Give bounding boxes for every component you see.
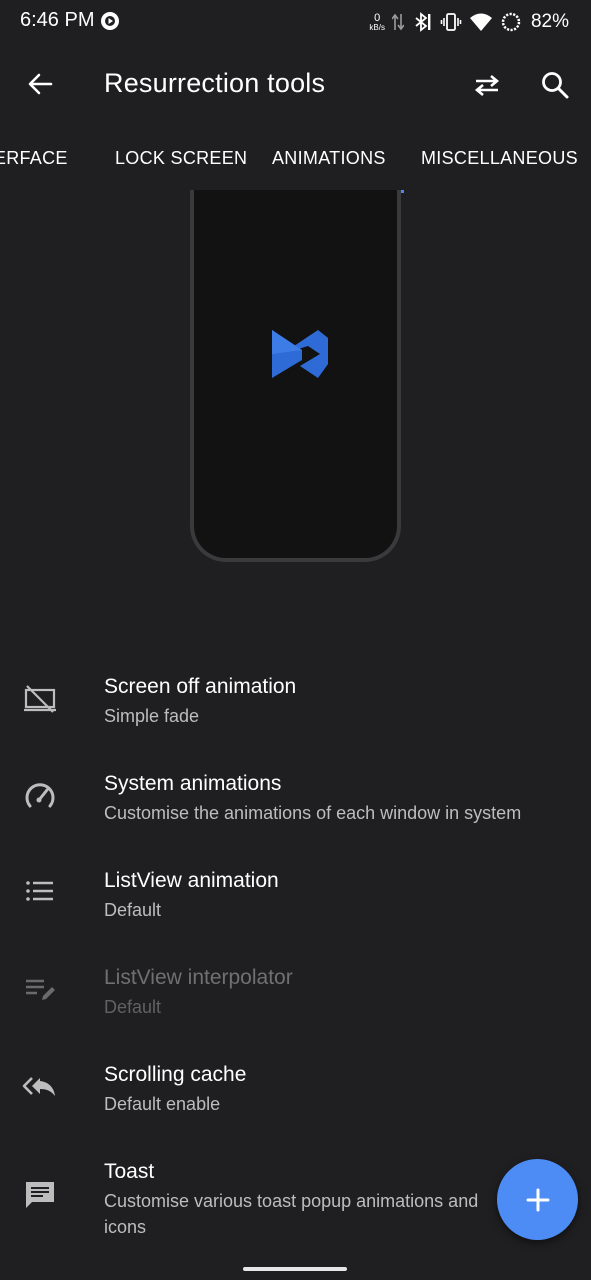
setting-title: ListView animation: [104, 869, 279, 892]
page-title: Resurrection tools: [104, 68, 326, 98]
setting-screen-off-animation[interactable]: Screen off animation Simple fade: [0, 675, 591, 772]
list-icon: [26, 881, 53, 901]
toast-message-icon: [26, 1182, 54, 1208]
tab-animations[interactable]: ANIMATIONS: [272, 148, 386, 169]
setting-title: Toast: [104, 1160, 155, 1183]
swap-icon[interactable]: [470, 68, 504, 102]
setting-system-animations[interactable]: System animations Customise the animatio…: [0, 772, 591, 869]
resurrection-logo-icon: [272, 330, 328, 378]
gesture-nav-bar[interactable]: [243, 1267, 347, 1271]
setting-subtitle: Default enable: [104, 1094, 221, 1114]
status-icons: 0 kB/s 82%: [369, 10, 569, 34]
animation-preview-phone: [190, 190, 401, 562]
plus-icon: [526, 1188, 549, 1211]
setting-title: System animations: [104, 772, 282, 795]
setting-subtitle: Simple fade: [104, 706, 200, 726]
tab-lock-screen[interactable]: LOCK SCREEN: [115, 148, 247, 169]
setting-listview-interpolator: ListView interpolator Default: [0, 966, 591, 1063]
data-arrows-icon: [391, 13, 404, 31]
tab-bar: INTERFACE LOCK SCREEN ANIMATIONS MISCELL…: [0, 124, 591, 194]
reply-all-icon: [22, 1077, 55, 1096]
setting-subtitle: Default: [104, 997, 162, 1017]
back-arrow-icon[interactable]: [22, 66, 58, 102]
speedometer-icon: [25, 783, 55, 808]
app-bar: Resurrection tools: [0, 44, 591, 124]
setting-subtitle: Default: [104, 900, 162, 920]
setting-scrolling-cache[interactable]: Scrolling cache Default enable: [0, 1063, 591, 1160]
tab-interface[interactable]: INTERFACE: [0, 148, 68, 169]
battery-ring-icon: [501, 12, 521, 32]
edit-list-icon: [26, 979, 55, 1000]
setting-subtitle: Customise the animations of each window …: [104, 803, 522, 823]
screen-off-icon: [24, 685, 56, 713]
search-icon[interactable]: [538, 68, 572, 102]
battery-percent: 82%: [530, 11, 569, 32]
setting-subtitle: Customise various toast popup animations…: [104, 1191, 479, 1237]
net-speed: 0 kB/s: [369, 11, 385, 32]
add-fab-button[interactable]: [497, 1159, 578, 1240]
vibrate-icon: [440, 13, 462, 31]
tab-miscellaneous[interactable]: MISCELLANEOUS: [421, 148, 578, 169]
bluetooth-icon: [415, 12, 431, 32]
setting-listview-animation[interactable]: ListView animation Default: [0, 869, 591, 966]
setting-title: Scrolling cache: [104, 1063, 247, 1086]
status-time: 6:46 PM: [20, 9, 95, 31]
media-record-icon: [101, 12, 119, 30]
setting-title: Screen off animation: [104, 675, 297, 698]
status-bar: 6:46 PM 0 kB/s 82%: [0, 0, 591, 44]
setting-title: ListView interpolator: [104, 966, 293, 989]
wifi-icon: [469, 13, 492, 31]
